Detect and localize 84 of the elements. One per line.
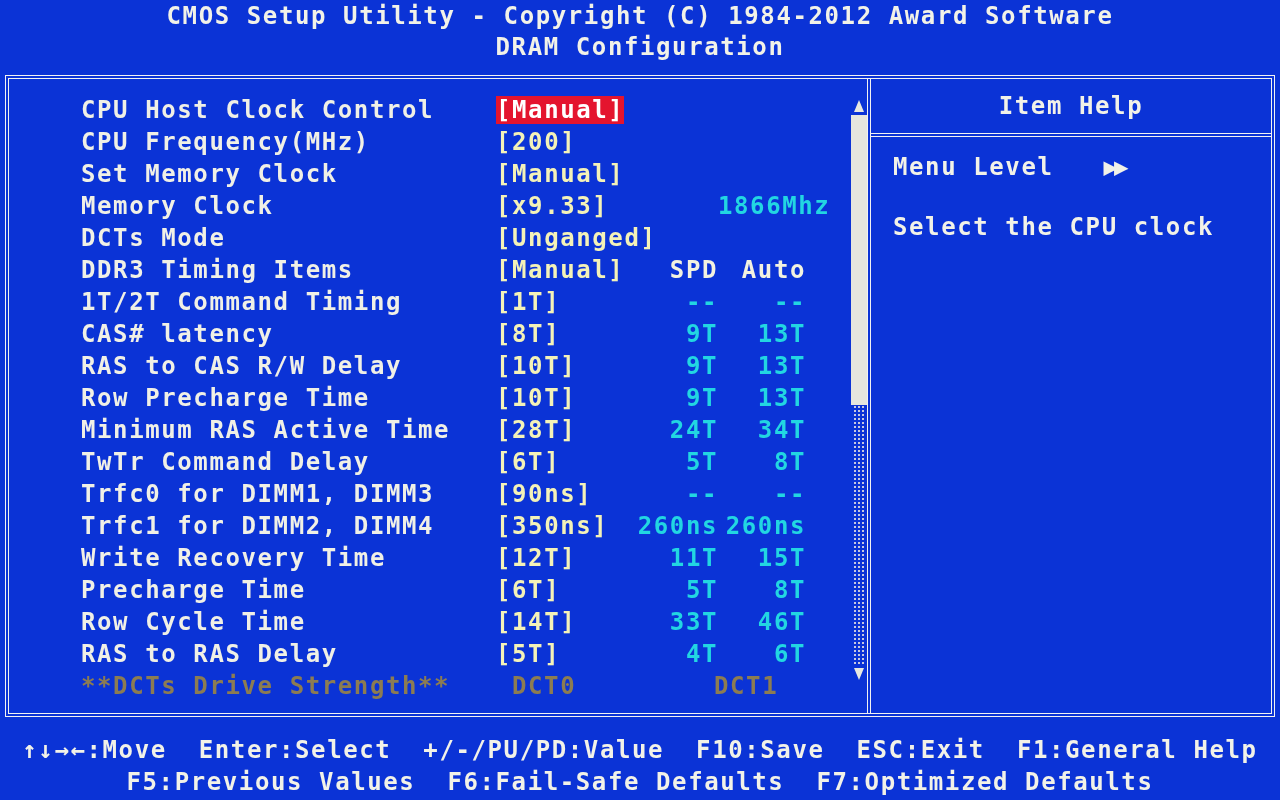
setting-value[interactable]: [350ns]	[496, 512, 609, 540]
auto-value: 13T	[757, 352, 806, 380]
spd-value: 5T	[685, 576, 718, 604]
setting-value[interactable]: [10T]	[496, 384, 577, 412]
setting-value[interactable]: [8T]	[496, 320, 561, 348]
setting-value[interactable]: [Unganged]	[496, 224, 657, 252]
spd-value: 33T	[669, 608, 718, 636]
column-header: Auto	[741, 256, 806, 284]
key-hint: ESC:Exit	[856, 735, 985, 766]
key-hint: ↑↓→←:Move	[22, 735, 167, 766]
auto-value: 34T	[757, 416, 806, 444]
spd-value: --	[685, 480, 718, 508]
auto-value: 1866Mhz	[718, 192, 831, 220]
key-hint: F1:General Help	[1016, 735, 1258, 766]
setting-value[interactable]: [200]	[496, 128, 577, 156]
spd-value: 11T	[669, 544, 718, 572]
key-hint: F10:Save	[696, 735, 825, 766]
setting-label: RAS to RAS Delay	[81, 640, 339, 668]
spd-value: 9T	[685, 320, 718, 348]
spd-value: 9T	[685, 384, 718, 412]
scroll-down-icon[interactable]	[851, 665, 866, 681]
key-hint: Enter:Select	[198, 735, 392, 766]
menu-level-label: Menu Level	[893, 153, 1054, 181]
spd-value: 4T	[685, 640, 718, 668]
auto-value: 8T	[773, 448, 806, 476]
auto-value: 8T	[773, 576, 806, 604]
help-title: Item Help	[871, 79, 1271, 137]
auto-value: 6T	[773, 640, 806, 668]
setting-value[interactable]: [12T]	[496, 544, 577, 572]
spd-value: 5T	[685, 448, 718, 476]
spd-value: 9T	[685, 352, 718, 380]
auto-value: 15T	[757, 544, 806, 572]
auto-value: --	[773, 480, 806, 508]
setting-label: Row Precharge Time	[81, 384, 371, 412]
page-title: DRAM Configuration	[495, 32, 785, 63]
spd-value: 260ns	[637, 512, 718, 540]
setting-value[interactable]: [6T]	[496, 576, 561, 604]
setting-label: Trfc1 for DIMM2, DIMM4	[81, 512, 436, 540]
setting-value[interactable]: [6T]	[496, 448, 561, 476]
key-hint: +/-/PU/PD:Value	[423, 735, 665, 766]
key-hint: F7:Optimized Defaults	[816, 767, 1154, 798]
scrollbar-thumb[interactable]	[850, 115, 867, 405]
setting-label: Set Memory Clock	[81, 160, 339, 188]
auto-value: --	[773, 288, 806, 316]
setting-label: 1T/2T Command Timing	[81, 288, 403, 316]
key-hint: F6:Fail-Safe Defaults	[447, 767, 785, 798]
setting-label: Minimum RAS Active Time	[81, 416, 452, 444]
setting-value[interactable]: [10T]	[496, 352, 577, 380]
setting-value[interactable]: [90ns]	[496, 480, 593, 508]
spd-value: 24T	[669, 416, 718, 444]
setting-label: TwTr Command Delay	[81, 448, 371, 476]
setting-label: Memory Clock	[81, 192, 275, 220]
setting-value[interactable]: [Manual]	[496, 160, 625, 188]
setting-value[interactable]: [5T]	[496, 640, 561, 668]
key-hint: F5:Previous Values	[126, 767, 416, 798]
column-header: SPD	[669, 256, 718, 284]
window-title: CMOS Setup Utility - Copyright (C) 1984-2012 Award Software	[166, 1, 1114, 32]
setting-value[interactable]: [Manual]	[496, 96, 625, 124]
setting-value[interactable]: [x9.33]	[496, 192, 609, 220]
menu-level-arrows: ▶▶	[1103, 153, 1125, 181]
column-label: DCT0	[512, 672, 577, 700]
auto-value: 13T	[757, 384, 806, 412]
setting-label: CAS# latency	[81, 320, 275, 348]
setting-label: Trfc0 for DIMM1, DIMM3	[81, 480, 436, 508]
help-text: Select the CPU clock	[893, 213, 1215, 241]
auto-value: 13T	[757, 320, 806, 348]
setting-value[interactable]: [14T]	[496, 608, 577, 636]
scroll-up-icon[interactable]	[851, 99, 866, 115]
column-label: DCT1	[714, 672, 779, 700]
setting-value[interactable]: [1T]	[496, 288, 561, 316]
setting-label: Write Recovery Time	[81, 544, 387, 572]
setting-value[interactable]: [Manual]	[496, 256, 625, 284]
auto-value: 46T	[757, 608, 806, 636]
auto-value: 260ns	[725, 512, 806, 540]
setting-label: CPU Frequency(MHz)	[81, 128, 371, 156]
spd-value: --	[685, 288, 718, 316]
setting-label: Row Cycle Time	[81, 608, 307, 636]
setting-value[interactable]: [28T]	[496, 416, 577, 444]
setting-label: RAS to CAS R/W Delay	[81, 352, 403, 380]
setting-label: **DCTs Drive Strength**	[81, 672, 452, 700]
setting-label: DDR3 Timing Items	[81, 256, 355, 284]
setting-label: Precharge Time	[81, 576, 307, 604]
setting-label: CPU Host Clock Control	[81, 96, 436, 124]
setting-label: DCTs Mode	[81, 224, 227, 252]
